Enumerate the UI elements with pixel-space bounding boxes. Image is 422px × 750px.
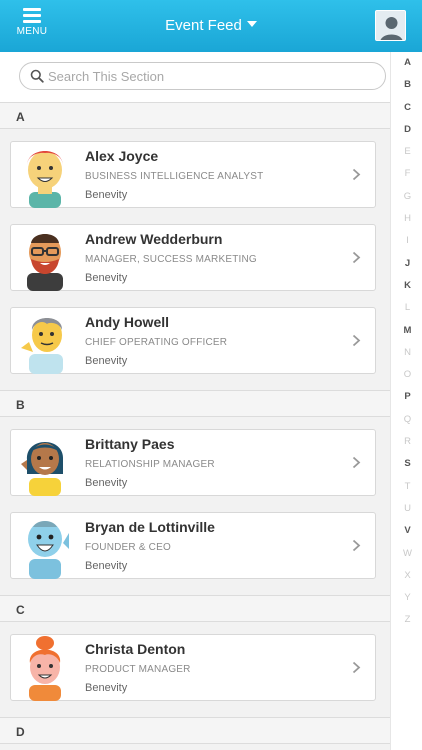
contact-card[interactable]: Bryan de Lottinville FOUNDER & CEO Benevit… xyxy=(10,512,376,579)
contact-role: PRODUCT MANAGER xyxy=(85,664,191,675)
avatar xyxy=(19,308,71,374)
contact-role: BUSINESS INTELLIGENCE ANALYST xyxy=(85,171,264,182)
contact-card[interactable]: Andrew Wedderburn MANAGER, SUCCESS MARKET… xyxy=(10,224,376,291)
chevron-right-icon xyxy=(352,251,361,264)
search-input[interactable] xyxy=(48,67,368,86)
index-letter-s[interactable]: S xyxy=(391,453,422,475)
event-feed-dropdown[interactable]: Event Feed xyxy=(0,17,422,34)
index-letter-z[interactable]: Z xyxy=(391,609,422,631)
contact-role: MANAGER, SUCCESS MARKETING xyxy=(85,254,257,265)
search-bar xyxy=(0,52,390,102)
chevron-right-icon xyxy=(352,661,361,674)
contact-company: Benevity xyxy=(85,682,128,694)
index-letter-a[interactable]: A xyxy=(391,52,422,74)
contact-card[interactable]: Andy Howell CHIEF OPERATING OFFICER Benevi… xyxy=(10,307,376,374)
contact-list: A Alex Joyce BUSINESS INTELLIGENCE ANALYST… xyxy=(0,102,390,744)
avatar xyxy=(19,635,71,701)
top-bar: MENU Event Feed xyxy=(0,0,422,52)
index-letter-u[interactable]: U xyxy=(391,498,422,520)
section-header-b: B xyxy=(0,390,390,417)
contact-company: Benevity xyxy=(85,355,128,367)
index-letter-v[interactable]: V xyxy=(391,520,422,542)
section-header-d: D xyxy=(0,717,390,744)
contact-card[interactable]: Brittany Paes RELATIONSHIP MANAGER Benevit… xyxy=(10,429,376,496)
index-letter-i[interactable]: I xyxy=(391,230,422,252)
index-letter-j[interactable]: J xyxy=(391,253,422,275)
chevron-right-icon xyxy=(352,168,361,181)
index-letter-y[interactable]: Y xyxy=(391,587,422,609)
contact-name: Bryan de Lottinville xyxy=(85,519,215,535)
contact-card[interactable]: Alex Joyce BUSINESS INTELLIGENCE ANALYST B… xyxy=(10,141,376,208)
chevron-right-icon xyxy=(352,456,361,469)
search-field[interactable] xyxy=(19,62,386,90)
contact-role: RELATIONSHIP MANAGER xyxy=(85,459,215,470)
index-letter-t[interactable]: T xyxy=(391,476,422,498)
chevron-right-icon xyxy=(352,334,361,347)
index-letter-l[interactable]: L xyxy=(391,297,422,319)
index-letter-p[interactable]: P xyxy=(391,386,422,408)
contact-name: Alex Joyce xyxy=(85,148,159,164)
section-header-c: C xyxy=(0,595,390,622)
avatar xyxy=(19,513,71,579)
index-letter-x[interactable]: X xyxy=(391,565,422,587)
index-letter-h[interactable]: H xyxy=(391,208,422,230)
index-letter-e[interactable]: E xyxy=(391,141,422,163)
index-letter-o[interactable]: O xyxy=(391,364,422,386)
avatar xyxy=(19,430,71,496)
contacts-screen: MENU Event Feed AAlex JoyceBUSINESS INTE… xyxy=(0,0,422,750)
profile-button[interactable] xyxy=(375,10,406,41)
avatar xyxy=(19,142,71,208)
index-letter-n[interactable]: N xyxy=(391,342,422,364)
contact-card[interactable]: Christa Denton PRODUCT MANAGER Benevity xyxy=(10,634,376,701)
index-letter-c[interactable]: C xyxy=(391,97,422,119)
contact-role: FOUNDER & CEO xyxy=(85,542,171,553)
section-header-a: A xyxy=(0,102,390,129)
index-letter-q[interactable]: Q xyxy=(391,409,422,431)
index-letter-r[interactable]: R xyxy=(391,431,422,453)
index-letter-d[interactable]: D xyxy=(391,119,422,141)
avatar xyxy=(19,225,71,291)
contact-company: Benevity xyxy=(85,272,128,284)
contact-role: CHIEF OPERATING OFFICER xyxy=(85,337,228,348)
index-letter-f[interactable]: F xyxy=(391,163,422,185)
contact-name: Brittany Paes xyxy=(85,436,175,452)
caret-down-icon xyxy=(246,21,257,27)
index-letter-g[interactable]: G xyxy=(391,186,422,208)
user-silhouette-icon xyxy=(376,11,405,40)
index-letter-m[interactable]: M xyxy=(391,320,422,342)
contact-name: Andrew Wedderburn xyxy=(85,231,223,247)
contact-company: Benevity xyxy=(85,560,128,572)
search-icon xyxy=(30,69,44,83)
index-letter-w[interactable]: W xyxy=(391,543,422,565)
index-letter-k[interactable]: K xyxy=(391,275,422,297)
contact-name: Andy Howell xyxy=(85,314,170,330)
page-title: Event Feed xyxy=(165,17,242,34)
chevron-right-icon xyxy=(352,539,361,552)
alphabet-index[interactable]: ABCDEFGHIJKLMNOPQRSTUVWXYZ xyxy=(390,52,422,750)
contact-company: Benevity xyxy=(85,477,128,489)
contact-name: Christa Denton xyxy=(85,641,186,657)
index-letter-b[interactable]: B xyxy=(391,74,422,96)
contact-company: Benevity xyxy=(85,189,128,201)
